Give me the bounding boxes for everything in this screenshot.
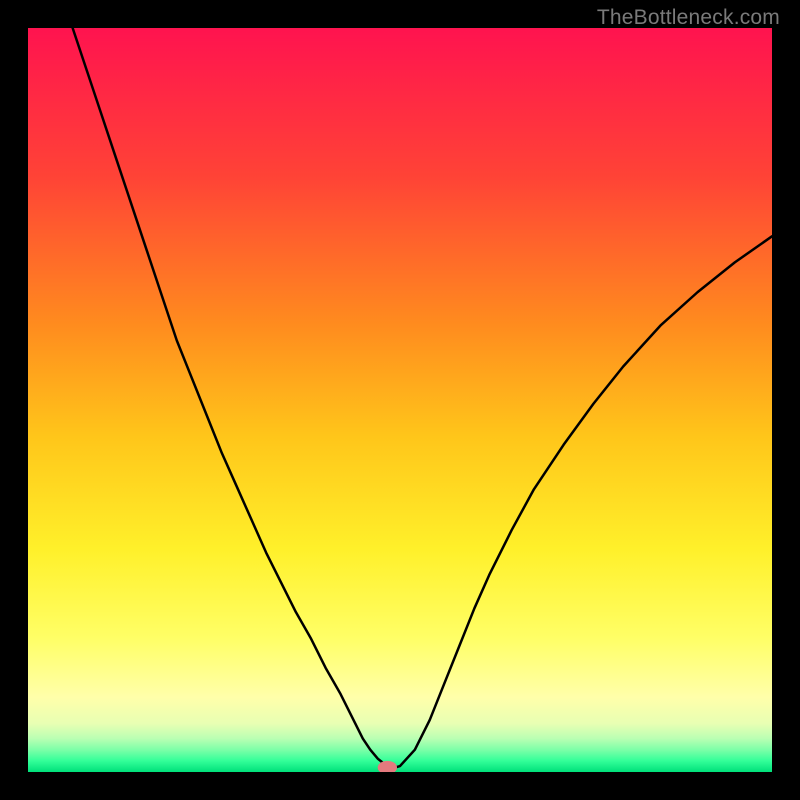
- watermark-text: TheBottleneck.com: [597, 6, 780, 30]
- chart-frame: TheBottleneck.com: [0, 0, 800, 800]
- plot-area: [28, 28, 772, 772]
- gradient-background: [28, 28, 772, 772]
- chart-svg: [28, 28, 772, 772]
